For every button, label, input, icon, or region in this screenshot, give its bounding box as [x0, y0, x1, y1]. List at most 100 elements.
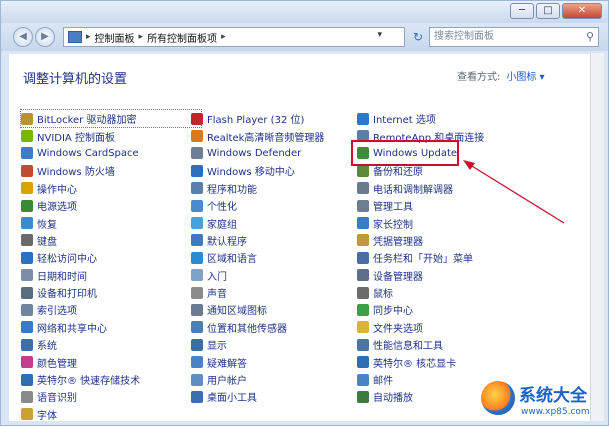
control-panel-item[interactable]: 同步中心 [357, 301, 537, 318]
control-panel-item[interactable]: 声音 [191, 284, 371, 301]
maximize-button[interactable]: □ [536, 3, 560, 19]
applet-icon [191, 164, 203, 177]
chevron-down-icon[interactable]: ▾ [377, 30, 382, 40]
applet-icon [357, 321, 369, 334]
control-panel-item[interactable]: 默认程序 [191, 232, 371, 249]
control-panel-item[interactable]: 文件夹选项 [357, 319, 537, 336]
control-panel-item[interactable]: 家长控制 [357, 214, 537, 231]
control-panel-item[interactable]: 字体 [21, 406, 201, 423]
applet-icon [21, 321, 33, 334]
control-panel-item[interactable]: NVIDIA 控制面板 [21, 127, 201, 144]
applet-icon [357, 269, 369, 282]
applet-icon [357, 199, 369, 212]
control-panel-item-label: 系统 [37, 341, 57, 353]
control-panel-icon [68, 31, 82, 43]
scrollbar[interactable] [590, 53, 604, 421]
control-panel-item[interactable]: 性能信息和工具 [357, 336, 537, 353]
control-panel-item[interactable]: 鼠标 [357, 284, 537, 301]
applet-icon [191, 321, 203, 334]
control-panel-item-label: 任务栏和「开始」菜单 [373, 254, 473, 266]
view-by-dropdown[interactable]: 小图标 ▾ [506, 72, 544, 83]
control-panel-item[interactable]: 入门 [191, 267, 371, 284]
control-panel-item[interactable]: Flash Player (32 位) [191, 110, 371, 127]
control-panel-item[interactable]: 电话和调制解调器 [357, 180, 537, 197]
control-panel-item[interactable]: 键盘 [21, 232, 201, 249]
back-button[interactable]: ◀ [13, 27, 33, 47]
control-panel-item[interactable]: 恢复 [21, 214, 201, 231]
highlight-box [351, 140, 459, 166]
search-input[interactable]: 搜索控制面板 ⚲ [429, 27, 599, 47]
control-panel-item[interactable]: 系统 [21, 336, 201, 353]
control-panel-item[interactable]: 设备和打印机 [21, 284, 201, 301]
control-panel-item[interactable]: BitLocker 驱动器加密 [20, 108, 202, 129]
control-panel-item[interactable]: 位置和其他传感器 [191, 319, 371, 336]
control-panel-item-label: Windows CardSpace [37, 147, 139, 159]
control-panel-item-label: 操作中心 [37, 184, 77, 196]
control-panel-item[interactable]: 电源选项 [21, 197, 201, 214]
view-by: 查看方式: 小图标 ▾ [457, 68, 545, 83]
applet-icon [357, 234, 369, 247]
control-panel-item[interactable]: 程序和功能 [191, 180, 371, 197]
address-bar[interactable]: ▸ 控制面板 ▸ 所有控制面板项 ▸ ▾ [63, 27, 405, 47]
applet-icon [357, 286, 369, 299]
applet-icon [21, 390, 33, 403]
control-panel-item[interactable]: 个性化 [191, 197, 371, 214]
control-panel-item[interactable]: 颜色管理 [21, 353, 201, 370]
control-panel-item[interactable]: 任务栏和「开始」菜单 [357, 249, 537, 266]
control-panel-item[interactable]: 疑难解答 [191, 353, 371, 370]
applet-icon [191, 251, 203, 264]
control-panel-item[interactable]: 设备管理器 [357, 267, 537, 284]
control-panel-item[interactable]: 用户帐户 [191, 371, 371, 388]
control-panel-item[interactable]: 区域和语言 [191, 249, 371, 266]
control-panel-item[interactable]: Internet 选项 [357, 110, 537, 127]
forward-button[interactable]: ▶ [35, 27, 55, 47]
applet-icon [21, 408, 33, 421]
control-panel-item[interactable]: 轻松访问中心 [21, 249, 201, 266]
breadcrumb-control-panel[interactable]: 控制面板 [95, 30, 135, 45]
control-panel-item-label: 区域和语言 [207, 254, 257, 266]
control-panel-item[interactable]: 桌面小工具 [191, 388, 371, 405]
control-panel-item[interactable]: Windows 防火墙 [21, 162, 201, 179]
applet-icon [357, 251, 369, 264]
refresh-button[interactable]: ↻ [409, 27, 427, 47]
control-panel-item[interactable]: Windows 移动中心 [191, 162, 371, 179]
control-panel-item[interactable]: 凭据管理器 [357, 232, 537, 249]
control-panel-item[interactable]: 通知区域图标 [191, 301, 371, 318]
control-panel-item-label: 自动播放 [373, 393, 413, 405]
control-panel-item[interactable]: Windows Defender [191, 145, 371, 162]
control-panel-item[interactable]: 操作中心 [21, 180, 201, 197]
control-panel-item-label: 电源选项 [37, 202, 77, 214]
control-panel-item[interactable]: 显示 [191, 336, 371, 353]
control-panel-item[interactable]: 英特尔® 快速存储技术 [21, 371, 201, 388]
control-panel-item-label: 疑难解答 [207, 358, 247, 370]
close-button[interactable]: ✕ [562, 3, 602, 19]
applet-icon [357, 182, 369, 195]
search-placeholder: 搜索控制面板 [434, 31, 494, 42]
control-panel-item[interactable]: Windows CardSpace [21, 145, 201, 162]
control-panel-item-label: 程序和功能 [207, 184, 257, 196]
control-panel-item[interactable]: 日期和时间 [21, 267, 201, 284]
control-panel-item[interactable]: 管理工具 [357, 197, 537, 214]
applet-icon [21, 303, 33, 316]
control-panel-item-label: 性能信息和工具 [373, 341, 443, 353]
control-panel-item[interactable]: 语音识别 [21, 388, 201, 405]
applet-icon [191, 373, 203, 386]
applet-icon [191, 112, 203, 125]
minimize-button[interactable]: ─ [510, 3, 534, 19]
control-panel-item-label: 设备管理器 [373, 271, 423, 283]
control-panel-item[interactable]: 索引选项 [21, 301, 201, 318]
applet-icon [191, 356, 203, 369]
control-panel-item-label: 网络和共享中心 [37, 323, 107, 335]
control-panel-item[interactable]: 英特尔® 核芯显卡 [357, 353, 537, 370]
control-panel-item[interactable]: Realtek高清晰音频管理器 [191, 127, 371, 144]
control-panel-item[interactable]: 家庭组 [191, 214, 371, 231]
search-icon[interactable]: ⚲ [586, 28, 594, 46]
control-panel-item-label: 颜色管理 [37, 358, 77, 370]
control-panel-item[interactable]: 网络和共享中心 [21, 319, 201, 336]
control-panel-item-label: 轻松访问中心 [37, 254, 97, 266]
control-panel-item-label: 入门 [207, 271, 227, 283]
control-panel-item-label: Internet 选项 [373, 115, 436, 127]
title-bar[interactable]: ─ □ ✕ [1, 1, 608, 23]
applet-icon [191, 130, 203, 143]
breadcrumb-all-items[interactable]: 所有控制面板项 [147, 30, 217, 45]
